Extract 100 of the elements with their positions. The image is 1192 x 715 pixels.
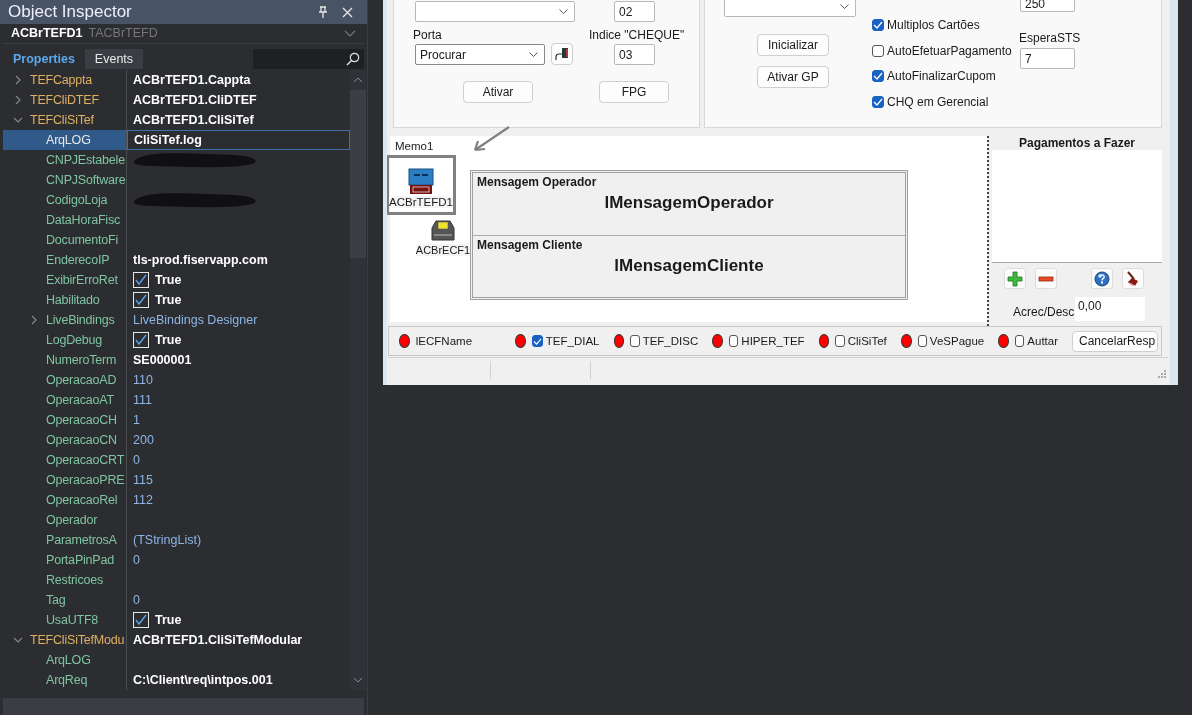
property-name[interactable]: CodigoLoja <box>3 189 127 210</box>
property-value: 1 <box>133 412 140 427</box>
property-name[interactable]: ArqLOG <box>3 129 127 150</box>
property-value: True <box>155 272 182 287</box>
expander-icon[interactable] <box>29 314 39 325</box>
property-name[interactable]: NumeroTerm <box>3 349 127 370</box>
expander-icon[interactable] <box>13 74 23 85</box>
property-name[interactable]: Restricoes <box>3 569 127 590</box>
status-dot <box>515 334 526 348</box>
component-label: ACBrTEFD1 <box>389 196 453 208</box>
form-button[interactable]: Inicializar <box>757 34 829 56</box>
property-name[interactable]: TEFCliSiTef <box>3 109 127 130</box>
checkbox[interactable] <box>729 335 739 347</box>
property-name[interactable]: TEFCappta <box>3 69 127 90</box>
property-name[interactable]: OperacaoPRE <box>3 469 127 490</box>
message-caption: Mensagem Cliente <box>477 237 584 252</box>
scroll-up-icon[interactable] <box>353 76 363 83</box>
cancel-button[interactable]: CancelarResp <box>1072 330 1159 352</box>
property-value: ACBrTEFD1.CliSiTef <box>133 112 254 127</box>
property-name[interactable]: ArqReq <box>3 669 127 690</box>
form-button[interactable]: Ativar GP <box>757 66 829 88</box>
checkbox[interactable] <box>872 70 884 82</box>
property-name[interactable]: ParametrosA <box>3 529 127 550</box>
property-value: 112 <box>133 492 153 507</box>
property-name[interactable]: OperacaoCRT <box>3 449 127 470</box>
property-name[interactable]: CNPJSoftware <box>3 169 127 190</box>
dropdown[interactable]: Procurar <box>415 44 545 65</box>
indicator-label: VeSPague <box>929 335 985 347</box>
help-icon <box>1094 270 1110 287</box>
field-label: Porta <box>413 28 442 42</box>
search-field[interactable] <box>253 48 364 69</box>
checkbox[interactable] <box>872 19 884 31</box>
property-value: LiveBindings Designer <box>133 312 258 327</box>
status-dot <box>712 334 724 348</box>
property-name[interactable]: Tag <box>3 589 127 610</box>
checkbox[interactable] <box>835 335 845 347</box>
add-button[interactable] <box>1004 268 1026 289</box>
message-text: lMensagemCliente <box>613 255 765 276</box>
panel-header: Pagamentos a Fazer <box>1017 136 1136 150</box>
resize-grip[interactable] <box>1156 368 1166 378</box>
message-text: lMensagemOperador <box>603 193 775 213</box>
property-name[interactable]: TEFCliSiTefModu <box>3 629 127 650</box>
scroll-down-icon[interactable] <box>353 676 363 683</box>
component-label: ACBrECF1 <box>415 244 471 256</box>
property-name[interactable]: LogDebug <box>3 329 127 350</box>
chevron-down-icon <box>840 4 849 9</box>
status-dot <box>399 334 410 348</box>
broom-icon <box>1125 270 1141 287</box>
property-name[interactable]: DocumentoFi <box>3 229 127 250</box>
panel-title: Object Inspector <box>8 2 133 22</box>
text-field[interactable]: 0,00 <box>1075 297 1145 321</box>
scroll-thumb[interactable] <box>350 89 366 258</box>
property-name[interactable]: LiveBindings <box>3 309 127 330</box>
field-label: Acrec/Desc <box>1013 305 1075 319</box>
remove-button[interactable] <box>1035 268 1057 289</box>
pin-icon[interactable] <box>318 6 328 18</box>
expander-icon[interactable] <box>13 94 23 105</box>
component-icon-tile[interactable]: ACBrECF1 <box>417 218 469 256</box>
component-icon-tile[interactable]: ACBrTEFD1 <box>387 155 456 215</box>
property-name[interactable]: OperacaoRel <box>3 489 127 510</box>
text-field[interactable]: 7 <box>1020 48 1075 69</box>
indicator-label: TEF_DIAL <box>545 335 600 347</box>
property-name[interactable]: Habilitado <box>3 289 127 310</box>
property-name[interactable]: ExibirErroRet <box>3 269 127 290</box>
property-name[interactable]: EnderecoIP <box>3 249 127 270</box>
checkbox[interactable] <box>872 96 884 108</box>
property-name[interactable]: OperacaoAD <box>3 369 127 390</box>
property-name[interactable]: OperacaoCH <box>3 409 127 430</box>
clear-button[interactable] <box>1122 268 1144 289</box>
message-caption: Mensagem Operador <box>477 175 598 189</box>
checkbox[interactable] <box>1015 335 1025 347</box>
close-icon[interactable] <box>342 6 353 18</box>
form-button[interactable]: Ativar <box>463 81 533 103</box>
property-name[interactable]: TEFCliDTEF <box>3 89 127 110</box>
indicator-label: lECFName <box>415 335 473 347</box>
property-name[interactable]: OperacaoCN <box>3 429 127 450</box>
checkbox[interactable] <box>630 335 640 347</box>
field-label: Indice "CHEQUE" <box>589 28 685 42</box>
text-field[interactable]: 02 <box>614 1 655 22</box>
inspector-tab[interactable]: Events <box>84 48 144 69</box>
property-name[interactable]: UsaUTF8 <box>3 609 127 630</box>
property-name[interactable]: DataHoraFisc <box>3 209 127 230</box>
property-name[interactable]: OperacaoAT <box>3 389 127 410</box>
checkbox[interactable] <box>917 335 927 347</box>
form-button[interactable]: FPG <box>599 81 669 103</box>
text-field[interactable]: 250 <box>1020 0 1075 12</box>
terminal-icon <box>406 166 436 196</box>
scrollbar[interactable] <box>350 69 366 690</box>
property-name[interactable]: ArqLOG <box>3 649 127 670</box>
help-button[interactable] <box>1091 268 1113 289</box>
property-name[interactable]: PortaPinPad <box>3 549 127 570</box>
chevron-down-icon <box>559 9 568 14</box>
property-name[interactable]: Operador <box>3 509 127 530</box>
checkbox[interactable] <box>872 45 884 57</box>
property-name[interactable]: CNPJEstabele <box>3 149 127 170</box>
checkbox-label: CHQ em Gerencial <box>887 95 989 109</box>
checkbox[interactable] <box>531 335 543 347</box>
text-field[interactable]: 03 <box>614 44 655 65</box>
property-value: ACBrTEFD1.Cappta <box>133 72 251 87</box>
port-search-button[interactable] <box>551 43 573 65</box>
